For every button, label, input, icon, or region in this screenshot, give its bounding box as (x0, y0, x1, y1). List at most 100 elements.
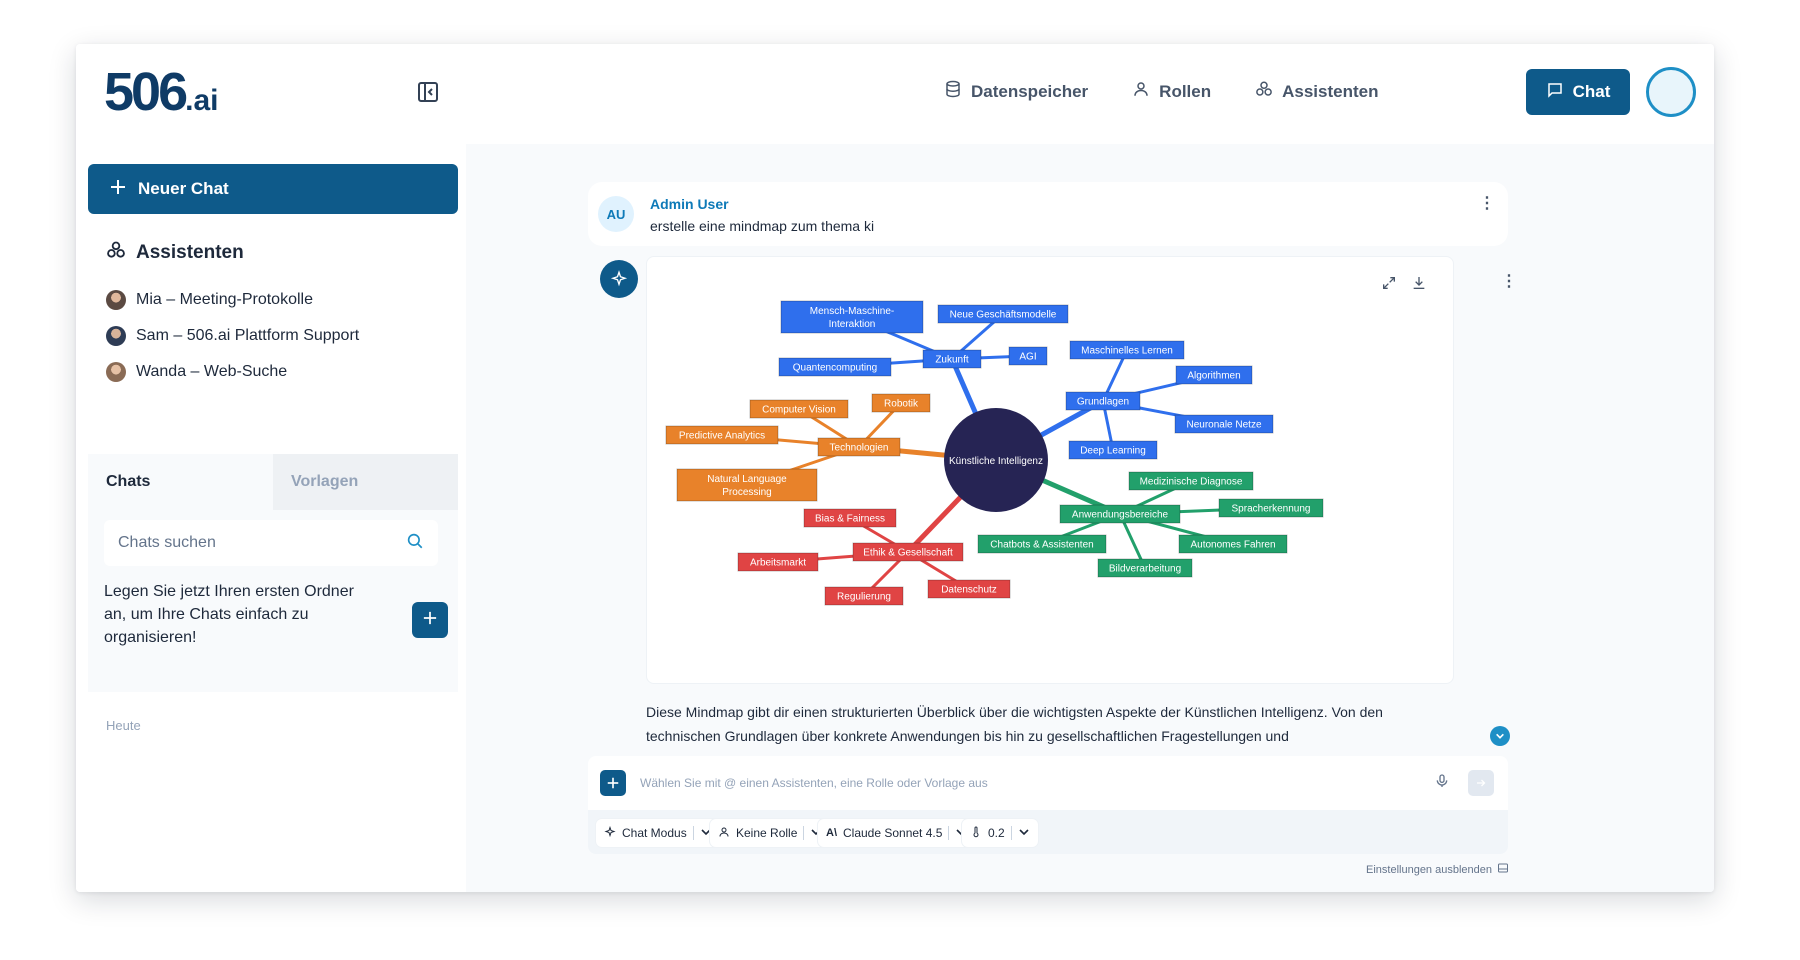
hide-settings-link[interactable]: Einstellungen ausblenden (1366, 862, 1509, 877)
new-chat-button[interactable]: Neuer Chat (88, 164, 458, 214)
user-name: Admin User (650, 196, 729, 212)
role-select[interactable]: Keine Rolle (710, 819, 831, 847)
message-composer (588, 756, 1508, 810)
mindmap-node-label: Bildverarbeitung (1109, 564, 1181, 575)
model-select[interactable]: A\ Claude Sonnet 4.5 (818, 819, 976, 847)
mindmap-node: Mensch-Maschine-Interaktion (780, 300, 924, 334)
hide-settings-label: Einstellungen ausblenden (1366, 863, 1492, 876)
logo-suffix: .ai (185, 84, 219, 117)
chat-area: AU Admin User erstelle eine mindmap zum … (466, 144, 1714, 892)
avatar (106, 362, 126, 382)
mindmap-node: Grundlagen (1065, 391, 1141, 411)
tab-chats[interactable]: Chats (88, 454, 273, 510)
chevron-down-icon (1018, 826, 1030, 841)
send-button[interactable] (1468, 770, 1494, 796)
tab-vorlagen[interactable]: Vorlagen (273, 454, 458, 510)
mindmap-node-label: Ethik & Gesellschaft (863, 548, 953, 559)
message-input[interactable] (640, 770, 1360, 796)
mindmap-diagram: Zukunft Mensch-Maschine-Interaktion Neue G… (665, 300, 1324, 606)
mindmap-node-label: Quantencomputing (793, 363, 878, 374)
chat-button[interactable]: Chat (1526, 69, 1630, 115)
sidebar-collapse-icon[interactable] (416, 80, 440, 104)
mindmap-node-label: Algorithmen (1187, 371, 1240, 382)
sidebar-tabs: Chats Vorlagen (88, 454, 458, 510)
nav-rollen[interactable]: Rollen (1132, 80, 1211, 103)
assistant-item-wanda[interactable]: Wanda – Web-Suche (106, 354, 359, 390)
mindmap-node: Bildverarbeitung (1097, 558, 1193, 578)
panel-icon (1497, 862, 1509, 877)
mindmap-node: Neuronale Netze (1174, 414, 1274, 434)
mindmap-node-label: Zukunft (935, 355, 969, 366)
avatar (106, 326, 126, 346)
mindmap-node: Robotik (871, 393, 931, 413)
mindmap-node-label: Computer Vision (762, 405, 836, 416)
nav-datenspeicher-label: Datenspeicher (971, 81, 1089, 101)
mindmap-center-node: Künstliche Intelligenz (944, 408, 1048, 512)
temperature-select[interactable]: 0.2 (962, 819, 1038, 847)
divider (803, 826, 805, 840)
settings-bar: Chat Modus Keine Rolle A\ Claude Sonnet … (588, 810, 1508, 854)
mindmap-node-label: Bias & Fairness (815, 514, 885, 525)
scroll-down-icon[interactable] (1490, 726, 1510, 746)
assistant-sparkle-icon (600, 260, 638, 298)
assistants-title: Assistenten (136, 242, 244, 263)
microphone-icon[interactable] (1434, 773, 1452, 791)
assistant-label: Wanda – Web-Suche (136, 363, 288, 380)
avatar: AU (598, 196, 634, 232)
mindmap-node: Ethik & Gesellschaft (852, 542, 964, 562)
search-icon[interactable] (406, 532, 424, 555)
user-message-text: erstelle eine mindmap zum thema ki (650, 218, 875, 234)
assistant-label: Mia – Meeting-Protokolle (136, 291, 313, 308)
nav-assistenten[interactable]: Assistenten (1255, 80, 1379, 103)
mindmap-node: Predictive Analytics (665, 425, 779, 445)
new-chat-label: Neuer Chat (138, 179, 229, 198)
mindmap-node-label: AGI (1019, 352, 1036, 363)
mindmap-node-label: Regulierung (837, 592, 891, 603)
mindmap-node: Neue Geschäftsmodelle (937, 304, 1069, 324)
nav-assistenten-label: Assistenten (1282, 81, 1379, 101)
main-nav: Datenspeicher Rollen Assistenten (944, 80, 1379, 103)
chat-search (104, 520, 438, 566)
more-options-icon[interactable]: ⋮ (1478, 194, 1496, 212)
mindmap-node-label: Maschinelles Lernen (1081, 346, 1173, 357)
assistant-item-mia[interactable]: Mia – Meeting-Protokolle (106, 282, 359, 318)
assistant-list: Mia – Meeting-Protokolle Sam – 506.ai Pl… (106, 282, 359, 390)
thermometer-icon (970, 826, 982, 841)
anthropic-icon: A\ (826, 827, 837, 839)
mindmap-node: Maschinelles Lernen (1069, 340, 1185, 360)
plus-icon (423, 611, 437, 630)
user-message: AU Admin User erstelle eine mindmap zum … (588, 182, 1508, 246)
mindmap-node-label: Arbeitsmarkt (750, 558, 806, 569)
model-label: Claude Sonnet 4.5 (843, 826, 943, 840)
mindmap-node: Regulierung (824, 586, 904, 606)
mindmap-node: AGI (1008, 346, 1048, 366)
nav-datenspeicher[interactable]: Datenspeicher (944, 80, 1088, 103)
mindmap-node-label: Neue Geschäftsmodelle (950, 310, 1057, 321)
assistant-item-sam[interactable]: Sam – 506.ai Plattform Support (106, 318, 359, 354)
mindmap-node: Medizinische Diagnose (1128, 471, 1254, 491)
user-avatar[interactable] (1646, 67, 1696, 117)
user-icon (1132, 80, 1150, 103)
chat-search-input[interactable] (118, 534, 378, 552)
chat-mode-select[interactable]: Chat Modus (596, 819, 720, 847)
mindmap-node: Algorithmen (1175, 365, 1253, 385)
mindmap-node-label: Autonomes Fahren (1190, 540, 1275, 551)
mindmap-node: Deep Learning (1068, 440, 1158, 460)
add-folder-button[interactable] (412, 602, 448, 638)
mindmap-node: Technologien (817, 437, 901, 457)
attach-plus-button[interactable] (600, 770, 626, 796)
database-icon (944, 80, 962, 103)
mindmap-node-label: Spracherkennung (1232, 504, 1311, 515)
mindmap-node-label: Neuronale Netze (1186, 420, 1261, 431)
more-options-icon[interactable]: ⋮ (1500, 272, 1518, 290)
mindmap-node-label: Chatbots & Assistenten (990, 540, 1093, 551)
mindmap-center-label: Künstliche Intelligenz (949, 456, 1043, 467)
assistants-section-title: Assistenten (106, 240, 244, 266)
assistants-icon (106, 240, 126, 266)
mindmap-node: Quantencomputing (778, 357, 892, 377)
mindmap-node: Chatbots & Assistenten (977, 534, 1107, 554)
divider (692, 826, 694, 840)
logo: 506.ai (104, 64, 218, 120)
mindmap-node: Anwendungsbereiche (1059, 504, 1181, 524)
app-window: 506.ai Datenspeicher Rollen Assistenten … (76, 44, 1714, 892)
